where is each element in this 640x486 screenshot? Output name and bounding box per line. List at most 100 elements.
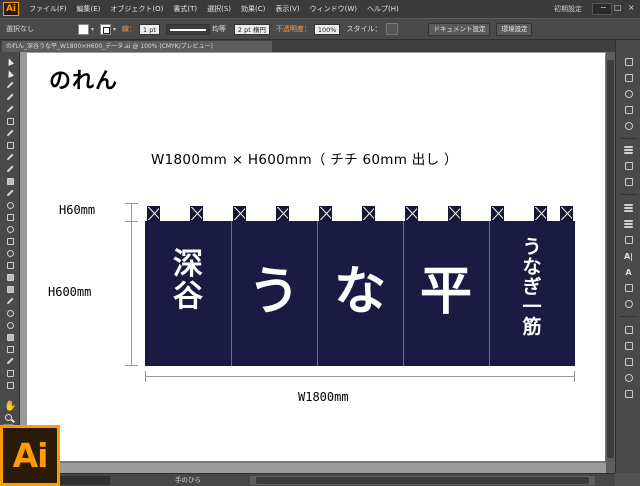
horizontal-scrollbar[interactable] <box>250 476 595 485</box>
hanging-tab <box>448 206 461 221</box>
chevron-down-icon[interactable]: ▾ <box>91 26 94 33</box>
kanji-ichi: 一 <box>522 296 542 318</box>
align-panel-icon[interactable] <box>622 324 635 336</box>
menu-select[interactable]: 選択(S) <box>207 4 231 14</box>
type-tool-icon[interactable] <box>5 117 15 125</box>
free-transform-tool-icon[interactable] <box>5 237 15 245</box>
line-tool-icon[interactable] <box>5 129 15 137</box>
menu-effect[interactable]: 効果(C) <box>241 4 265 14</box>
h60-dimension-line <box>131 203 132 222</box>
opentype-panel-icon[interactable] <box>622 298 635 310</box>
document-setup-button[interactable]: ドキュメント設定 <box>428 22 491 36</box>
layers-panel-icon[interactable] <box>622 218 635 230</box>
hanging-tab <box>362 206 375 221</box>
h600-dimension-line <box>131 221 132 366</box>
panel-5-text: う な ぎ 一 筋 <box>519 237 545 337</box>
brush-definition[interactable]: 2 pt 楕円 <box>233 23 270 35</box>
kanji-fuka: 深 <box>173 247 203 282</box>
opacity-label[interactable]: 不透明度： <box>276 24 311 34</box>
panel-seam <box>403 221 404 366</box>
artboards-panel-icon[interactable]: A| <box>622 250 635 262</box>
status-bar: 手のひら <box>20 473 615 486</box>
mesh-tool-icon[interactable] <box>5 273 15 281</box>
pathfinder-panel-icon[interactable] <box>622 340 635 352</box>
transparency-panel-icon[interactable] <box>622 176 635 188</box>
color-guide-panel-icon[interactable] <box>622 72 635 84</box>
stroke-label[interactable]: 線： <box>122 24 136 34</box>
character-panel-icon[interactable]: A <box>622 266 635 278</box>
canvas[interactable]: のれん W1800mm × H600mm（ チチ 60mm 出し ） H60mm… <box>20 52 615 473</box>
hanging-tab <box>190 206 203 221</box>
eyedropper-tool-icon[interactable] <box>5 297 15 305</box>
pen-tool-icon[interactable] <box>5 105 15 113</box>
symbol-sprayer-tool-icon[interactable] <box>5 321 15 329</box>
symbols-panel-icon[interactable] <box>622 120 635 132</box>
draw-mode-icon[interactable] <box>5 381 15 389</box>
crop-marks-icon[interactable] <box>5 369 15 377</box>
menu-object[interactable]: オブジェクト(O) <box>110 4 163 14</box>
menu-window[interactable]: ウィンドウ(W) <box>310 4 357 14</box>
blend-tool-icon[interactable] <box>5 309 15 317</box>
graphic-style-icon[interactable] <box>386 23 399 35</box>
swatches-panel-icon[interactable] <box>622 88 635 100</box>
stroke-swatch[interactable] <box>100 23 112 35</box>
menu-file[interactable]: ファイル(F) <box>29 4 67 14</box>
minimize-button[interactable]: − <box>600 3 607 13</box>
document-tab[interactable]: のれん_深谷うな平_W1800×H600_データ.ai @ 100% (CMYK… <box>2 41 272 52</box>
slice-tool-icon[interactable] <box>5 357 15 365</box>
shape-builder-tool-icon[interactable] <box>5 249 15 257</box>
preferences-button[interactable]: 環境設定 <box>496 22 533 36</box>
blob-brush-tool-icon[interactable] <box>5 177 15 185</box>
paintbrush-tool-icon[interactable] <box>5 153 15 161</box>
menu-view[interactable]: 表示(V) <box>275 4 299 14</box>
maximize-button[interactable]: □ <box>614 3 622 13</box>
menu-bar: Ai ファイル(F) 編集(E) オブジェクト(O) 書式(T) 選択(S) 効… <box>0 0 640 18</box>
panel-2-text: う <box>248 262 301 322</box>
chevron-down-icon[interactable]: ▾ <box>113 26 116 33</box>
variable-width-profile[interactable] <box>165 23 210 35</box>
warp-tool-icon[interactable] <box>5 225 15 233</box>
hand-tool-icon[interactable]: ✋ <box>4 401 16 413</box>
stroke-panel-icon[interactable] <box>622 144 635 156</box>
workspace-switcher[interactable]: 初期設定 <box>550 3 586 15</box>
perspective-grid-tool-icon[interactable] <box>5 261 15 269</box>
brushes-panel-icon[interactable] <box>622 104 635 116</box>
links-panel-icon[interactable] <box>622 388 635 400</box>
opacity-field[interactable]: 100% <box>313 23 341 35</box>
noren-curtain[interactable]: 深 谷 う な 平 う な ぎ 一 筋 <box>145 206 575 366</box>
column-graph-tool-icon[interactable] <box>5 333 15 341</box>
eraser-tool-icon[interactable] <box>5 189 15 197</box>
artboard-navigation[interactable] <box>60 476 110 485</box>
horizontal-scroll-thumb[interactable] <box>256 477 589 484</box>
close-button[interactable]: × <box>628 3 635 13</box>
h600-tick-bottom <box>125 365 138 366</box>
transform-panel-icon[interactable] <box>622 356 635 368</box>
color-panel-icon[interactable] <box>622 56 635 68</box>
direct-selection-tool-icon[interactable] <box>5 68 15 78</box>
menu-edit[interactable]: 編集(E) <box>77 4 101 14</box>
rectangle-tool-icon[interactable] <box>5 141 15 149</box>
panel-3-text: な <box>334 262 387 322</box>
vertical-scroll-thumb[interactable] <box>607 60 614 458</box>
graphic-styles-panel-icon[interactable] <box>622 234 635 246</box>
vertical-scrollbar[interactable] <box>606 52 615 473</box>
menu-help[interactable]: ヘルプ(H) <box>367 4 399 14</box>
selection-tool-icon[interactable] <box>5 56 15 66</box>
menu-type[interactable]: 書式(T) <box>173 4 197 14</box>
artboard-tool-icon[interactable] <box>5 345 15 353</box>
lasso-tool-icon[interactable] <box>5 93 15 101</box>
scale-tool-icon[interactable] <box>5 213 15 221</box>
gradient-panel-icon[interactable] <box>622 160 635 172</box>
appearance-panel-icon[interactable] <box>622 202 635 214</box>
zoom-tool-icon[interactable] <box>5 414 15 424</box>
rotate-tool-icon[interactable] <box>5 201 15 209</box>
paragraph-panel-icon[interactable] <box>622 282 635 294</box>
fill-swatch[interactable] <box>78 23 89 35</box>
magic-wand-tool-icon[interactable] <box>5 81 15 89</box>
pencil-tool-icon[interactable] <box>5 165 15 173</box>
hanging-tab <box>147 206 160 221</box>
gradient-tool-icon[interactable] <box>5 285 15 293</box>
stroke-weight-field[interactable]: 1 pt <box>139 23 160 35</box>
navigator-panel-icon[interactable] <box>622 372 635 384</box>
artboard[interactable]: のれん W1800mm × H600mm（ チチ 60mm 出し ） H60mm… <box>27 53 605 461</box>
